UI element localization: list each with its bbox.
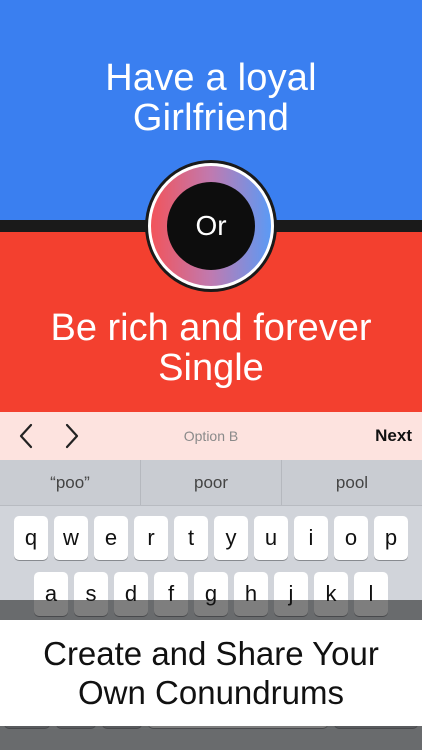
or-badge: Or — [145, 160, 277, 292]
autocorrect-bar: “poo” poor pool — [0, 460, 422, 506]
key-u[interactable]: u — [254, 516, 288, 560]
suggestion-1[interactable]: “poo” — [0, 460, 141, 505]
key-e[interactable]: e — [94, 516, 128, 560]
input-accessory-toolbar: Option B Next — [0, 412, 422, 460]
key-w[interactable]: w — [54, 516, 88, 560]
option-a-line-2: Girlfriend — [132, 97, 290, 139]
promo-line-1: Create and Share Your — [43, 635, 379, 672]
option-a-line-1: Have a loyal — [105, 57, 317, 99]
or-label: Or — [167, 182, 255, 270]
key-o[interactable]: o — [334, 516, 368, 560]
suggestion-2[interactable]: poor — [141, 460, 282, 505]
or-badge-ring: Or — [148, 163, 274, 289]
suggestion-3[interactable]: pool — [282, 460, 422, 505]
option-b-line-1: Be rich and forever — [50, 307, 372, 349]
option-b-line-2: Single — [158, 347, 264, 389]
key-t[interactable]: t — [174, 516, 208, 560]
option-b-text: Be rich and forever Single — [50, 308, 371, 388]
option-a-text: Have a loyal Girlfriend — [105, 58, 317, 138]
key-i[interactable]: i — [294, 516, 328, 560]
chevron-left-icon[interactable] — [11, 421, 41, 451]
key-r[interactable]: r — [134, 516, 168, 560]
promo-line-2: Own Conundrums — [78, 674, 344, 711]
chevron-right-icon[interactable] — [57, 421, 87, 451]
promo-banner: Create and Share Your Own Conundrums — [0, 620, 422, 726]
key-row-1: q w e r t y u i o p — [0, 516, 422, 560]
key-y[interactable]: y — [214, 516, 248, 560]
key-q[interactable]: q — [14, 516, 48, 560]
key-p[interactable]: p — [374, 516, 408, 560]
next-button[interactable]: Next — [375, 426, 412, 446]
